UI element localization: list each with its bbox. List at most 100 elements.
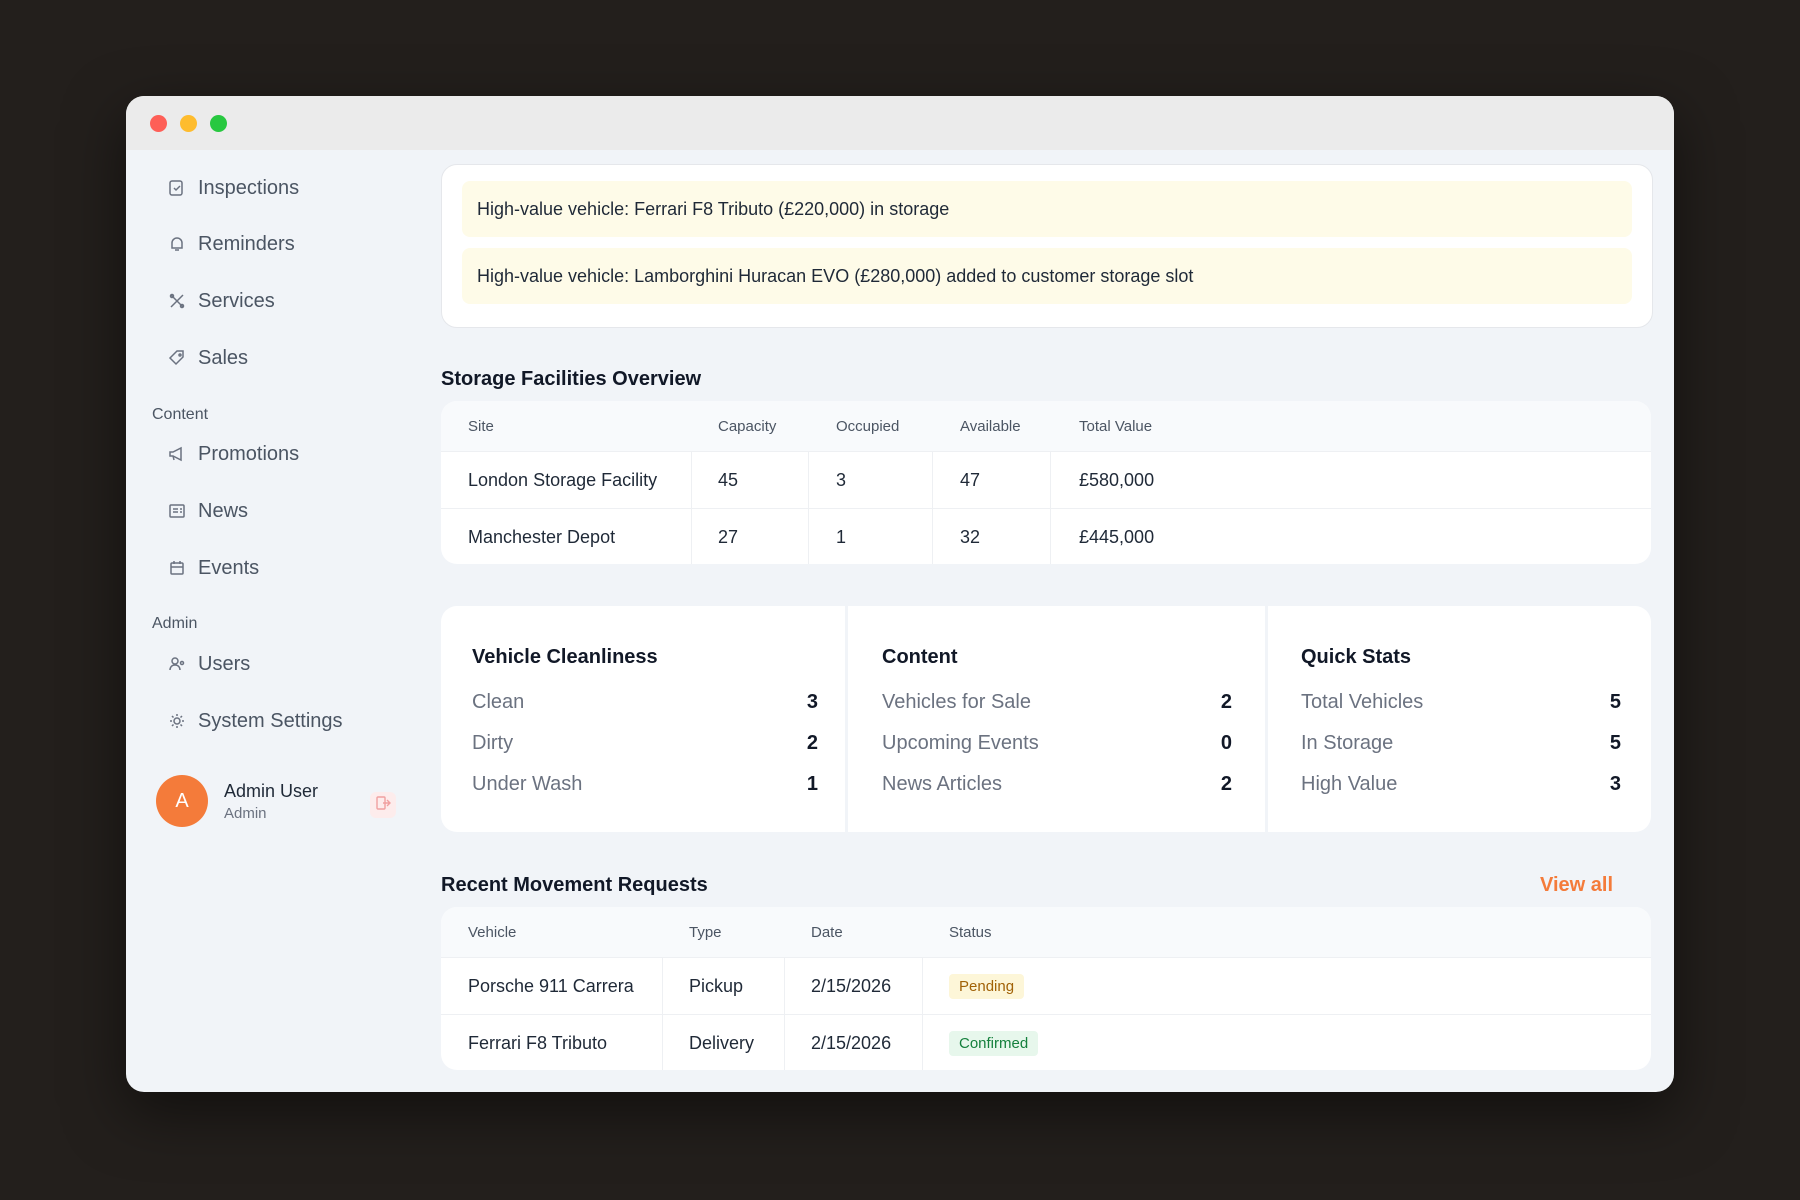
table-row[interactable]: Manchester Depot 27 1 32 £445,000 (441, 508, 1651, 564)
cell-site: London Storage Facility (468, 469, 658, 490)
cell-type: Delivery (689, 1032, 755, 1053)
sidebar-item-promotions[interactable]: Promotions (166, 434, 299, 474)
calendar-icon (166, 557, 188, 579)
sidebar-item-reminders[interactable]: Reminders (166, 224, 295, 264)
gear-icon (166, 710, 188, 732)
wrench-icon (166, 290, 188, 312)
titlebar (126, 96, 1674, 150)
movement-requests-title: Recent Movement Requests (441, 874, 708, 896)
cell-total-value: £445,000 (1079, 526, 1155, 547)
sidebar-item-label: News (198, 499, 249, 522)
column-header: Available (960, 417, 1021, 435)
sidebar-item-inspections[interactable]: Inspections (166, 168, 299, 208)
column-header: Vehicle (468, 923, 517, 941)
stat-label: In Storage (1301, 731, 1394, 754)
sidebar-item-label: Sales (198, 346, 249, 369)
logout-icon (375, 795, 391, 816)
cell-available: 32 (960, 526, 981, 547)
stat-value: 1 (806, 772, 818, 795)
logout-button[interactable] (370, 792, 396, 818)
sidebar-item-label: Services (198, 289, 275, 312)
close-window-button[interactable] (150, 115, 167, 132)
sidebar-item-label: Events (198, 556, 260, 579)
user-role: Admin (224, 804, 267, 822)
column-header: Date (811, 923, 843, 941)
cell-date: 2/15/2026 (811, 1032, 892, 1053)
table-row[interactable]: Ferrari F8 Tributo Delivery 2/15/2026 Co… (441, 1014, 1651, 1070)
stat-value: 5 (1609, 690, 1621, 713)
column-header: Total Value (1079, 417, 1153, 435)
sidebar-item-system-settings[interactable]: System Settings (166, 701, 343, 741)
sidebar-item-label: Users (198, 652, 251, 675)
view-all-link[interactable]: View all (1540, 874, 1613, 897)
quick-stats-panel: Quick Stats Total Vehicles 5 In Storage … (1269, 606, 1651, 832)
table-header: Vehicle Type Date Status (441, 907, 1651, 957)
megaphone-icon (166, 443, 188, 465)
stat-row: Vehicles for Sale 2 (882, 687, 1232, 717)
alert-item: High-value vehicle: Lamborghini Huracan … (462, 248, 1632, 304)
column-header: Status (949, 923, 992, 941)
column-header: Capacity (718, 417, 777, 435)
stat-row: Upcoming Events 0 (882, 728, 1232, 758)
users-icon (166, 653, 188, 675)
panel-title: Quick Stats (1301, 646, 1412, 668)
cell-date: 2/15/2026 (811, 975, 892, 996)
alert-item: High-value vehicle: Ferrari F8 Tributo (… (462, 181, 1632, 237)
stat-row: Dirty 2 (472, 728, 818, 758)
status-badge: Confirmed (949, 1030, 1039, 1056)
app-window: Inspections Reminders Services Sales Con… (126, 96, 1674, 1092)
stat-value: 2 (806, 731, 818, 754)
stat-value: 5 (1609, 731, 1621, 754)
stat-row: In Storage 5 (1301, 728, 1621, 758)
maximize-window-button[interactable] (210, 115, 227, 132)
stat-label: Total Vehicles (1301, 690, 1424, 713)
cell-type: Pickup (689, 975, 744, 996)
sidebar-item-services[interactable]: Services (166, 281, 275, 321)
stat-label: Dirty (472, 731, 514, 754)
sidebar-section-content: Content (152, 406, 209, 423)
stat-label: Vehicles for Sale (882, 690, 1031, 713)
panel-title: Content (882, 646, 958, 668)
sidebar-item-events[interactable]: Events (166, 548, 259, 588)
cell-available: 47 (960, 469, 981, 490)
stat-label: High Value (1301, 772, 1398, 795)
sidebar: Inspections Reminders Services Sales Con… (126, 150, 408, 1092)
user-name: Admin User (224, 780, 319, 801)
stat-row: High Value 3 (1301, 769, 1621, 799)
stat-label: Under Wash (472, 772, 583, 795)
stats-card: Vehicle Cleanliness Clean 3 Dirty 2 Unde… (441, 606, 1651, 832)
storage-overview-title: Storage Facilities Overview (441, 368, 702, 390)
vehicle-cleanliness-panel: Vehicle Cleanliness Clean 3 Dirty 2 Unde… (441, 606, 849, 832)
cell-site: Manchester Depot (468, 526, 616, 547)
sidebar-item-news[interactable]: News (166, 491, 248, 531)
stat-row: Under Wash 1 (472, 769, 818, 799)
stat-row: Clean 3 (472, 687, 818, 717)
sidebar-item-sales[interactable]: Sales (166, 338, 248, 378)
storage-table: Site Capacity Occupied Available Total V… (441, 401, 1651, 564)
sidebar-item-users[interactable]: Users (166, 644, 250, 684)
sidebar-section-admin: Admin (152, 615, 198, 632)
stat-value: 0 (1220, 731, 1232, 754)
sidebar-item-label: Inspections (198, 176, 300, 199)
user-info: Admin User Admin (224, 781, 318, 822)
table-row[interactable]: London Storage Facility 45 3 47 £580,000 (441, 451, 1651, 508)
sidebar-item-label: Reminders (198, 232, 295, 255)
panel-title: Vehicle Cleanliness (472, 646, 658, 668)
clipboard-check-icon (166, 177, 188, 199)
user-profile[interactable]: A Admin User Admin (156, 774, 396, 828)
status-badge: Pending (949, 973, 1025, 999)
cell-status: Pending (949, 958, 1025, 1014)
cell-occupied: 1 (836, 526, 847, 547)
column-header: Occupied (836, 417, 900, 435)
cell-status: Confirmed (949, 1015, 1039, 1070)
avatar: A (156, 775, 208, 827)
stat-label: Upcoming Events (882, 731, 1039, 754)
table-row[interactable]: Porsche 911 Carrera Pickup 2/15/2026 Pen… (441, 957, 1651, 1014)
cell-vehicle: Porsche 911 Carrera (468, 975, 634, 996)
stat-label: News Articles (882, 772, 1003, 795)
stat-value: 2 (1220, 690, 1232, 713)
newspaper-icon (166, 500, 188, 522)
column-header: Site (468, 417, 494, 435)
cell-occupied: 3 (836, 469, 847, 490)
minimize-window-button[interactable] (180, 115, 197, 132)
